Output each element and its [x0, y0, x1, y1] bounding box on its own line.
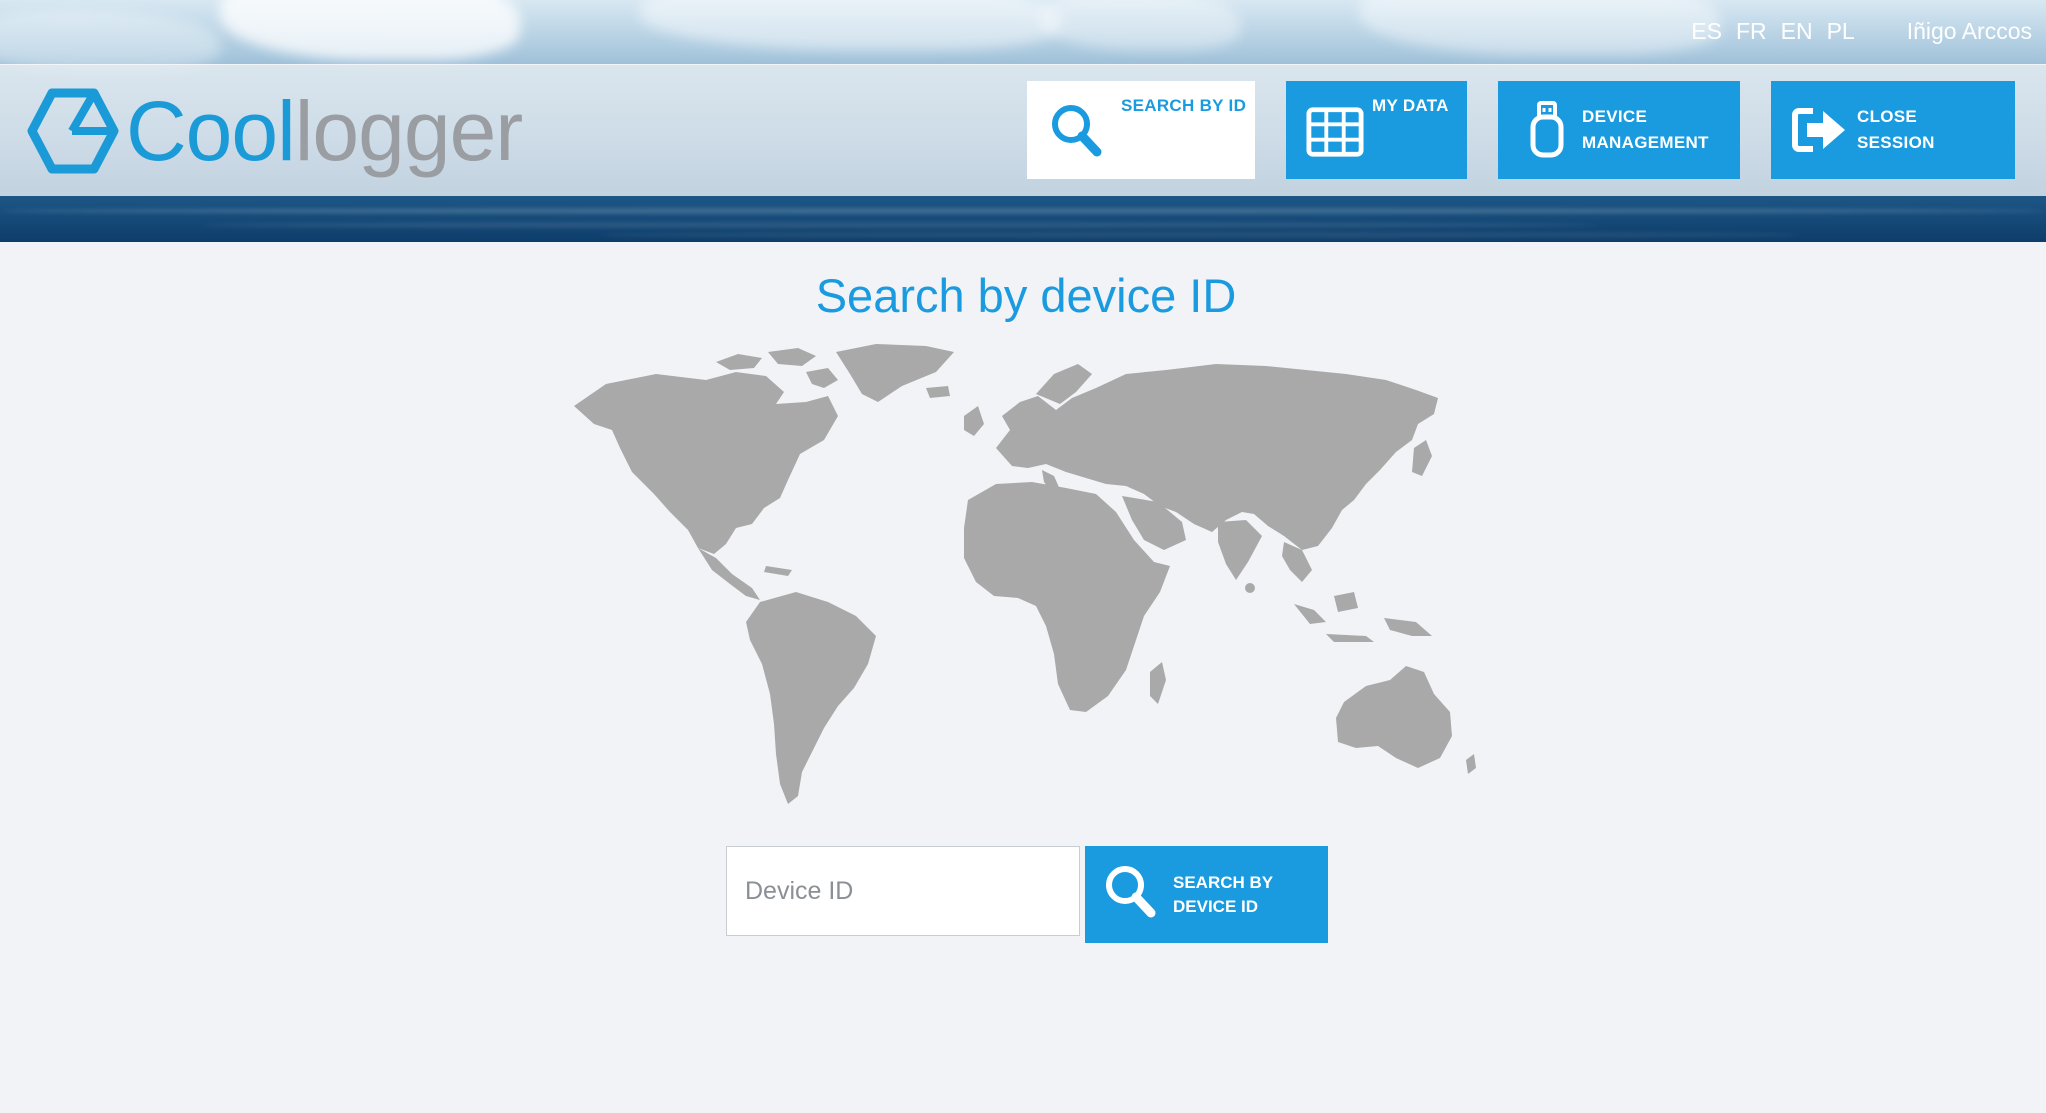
lang-fr[interactable]: FR [1736, 18, 1767, 45]
nav-search-by-id-label: SEARCH BY ID [1121, 93, 1246, 119]
nav-close-session-line2: SESSION [1857, 133, 1935, 152]
grid-icon [1306, 103, 1364, 161]
search-button-line2: DEVICE ID [1173, 896, 1259, 916]
nav-search-by-id-button[interactable]: SEARCH BY ID [1027, 81, 1255, 179]
search-icon [1047, 101, 1105, 159]
usb-drive-icon [1518, 101, 1576, 159]
hexagon-logo-icon [27, 88, 119, 174]
nav-device-management-button[interactable]: DEVICE MANAGEMENT [1498, 81, 1740, 179]
topbar: ES FR EN PL Iñigo Arccos [1691, 18, 2032, 45]
main-navbar: Coollogger SEARCH BY ID MY DATA DEVICE MA… [0, 64, 2046, 196]
search-by-device-id-label: SEARCH BY DEVICE ID [1173, 871, 1273, 919]
logo-text-cool: Cool [126, 84, 296, 178]
logo-text-logger: logger [294, 84, 524, 178]
coollogger-logo[interactable]: Coollogger [24, 85, 523, 177]
nav-my-data-text: MY DATA [1372, 96, 1449, 115]
nav-device-management-line2: MANAGEMENT [1582, 133, 1709, 152]
logo-text: Coollogger [126, 89, 523, 173]
nav-my-data-label: MY DATA [1372, 93, 1449, 119]
lang-pl[interactable]: PL [1827, 18, 1855, 45]
nav-close-session-line1: CLOSE [1857, 107, 1918, 126]
header-banner: ES FR EN PL Iñigo Arccos Coollogger SEAR… [0, 0, 2046, 242]
search-by-device-id-button[interactable]: SEARCH BY DEVICE ID [1085, 846, 1328, 943]
search-icon [1103, 863, 1157, 926]
logout-arrow-icon [1791, 101, 1849, 159]
lang-en[interactable]: EN [1781, 18, 1813, 45]
lang-es[interactable]: ES [1691, 18, 1722, 45]
nav-close-session-label: CLOSE SESSION [1857, 104, 1935, 156]
search-button-line1: SEARCH BY [1173, 872, 1274, 892]
nav-my-data-button[interactable]: MY DATA [1286, 81, 1467, 179]
nav-device-management-line1: DEVICE [1582, 107, 1648, 126]
device-id-input[interactable] [726, 846, 1080, 936]
nav-close-session-button[interactable]: CLOSE SESSION [1771, 81, 2015, 179]
page-title: Search by device ID [815, 269, 1237, 322]
world-map-icon [574, 344, 1476, 804]
nav-search-by-id-text: SEARCH BY ID [1121, 96, 1247, 115]
nav-device-management-label: DEVICE MANAGEMENT [1582, 104, 1709, 156]
user-name[interactable]: Iñigo Arccos [1907, 18, 2032, 45]
